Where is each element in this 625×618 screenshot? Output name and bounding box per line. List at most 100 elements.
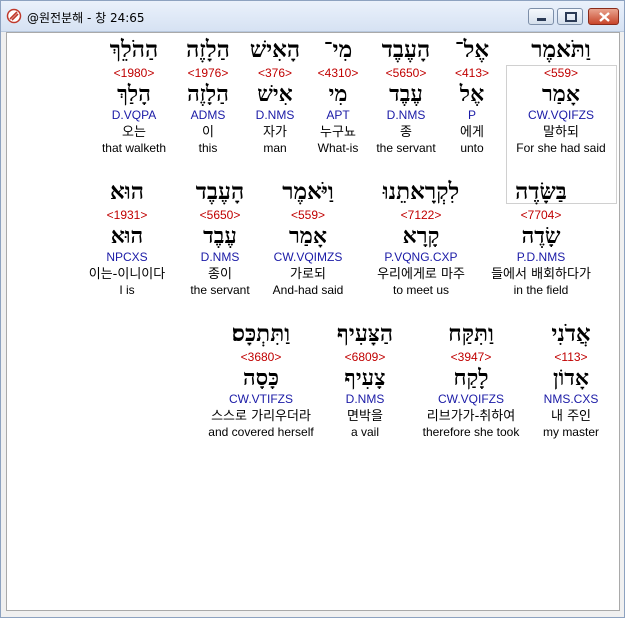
lemma: מִי bbox=[328, 81, 348, 107]
english-gloss: this bbox=[198, 141, 218, 155]
lemma: אִישׁ bbox=[257, 81, 293, 107]
hebrew-word: לִקְרָאתֵנוּ bbox=[382, 178, 460, 205]
english-gloss: unto bbox=[460, 141, 484, 155]
word-card[interactable]: לִקְרָאתֵנוּ <7122> קָרָא P.VQNG.CXP 우리에… bbox=[365, 179, 477, 298]
english-gloss: in the field bbox=[513, 283, 569, 297]
english-gloss: that walketh bbox=[101, 141, 167, 155]
morphology-code: CW.VQIMZS bbox=[273, 250, 343, 264]
korean-gloss: 스스로 가리우더라 bbox=[211, 409, 311, 424]
word-card[interactable]: הַצָּעִיף <6809> צָעִיף D.NMS 면박을 a vail bbox=[325, 321, 405, 440]
hebrew-word: אֶל־ bbox=[454, 36, 490, 63]
english-gloss: to meet us bbox=[392, 283, 450, 297]
maximize-button[interactable] bbox=[557, 8, 583, 25]
strong-number: <3947> bbox=[450, 350, 492, 364]
hebrew-word: מִי־ bbox=[323, 36, 353, 63]
word-card[interactable]: וַתִּקַּח <3947> לָקַח CW.VQIFZS 리브가가-취하… bbox=[415, 321, 527, 440]
korean-gloss: 자가 bbox=[263, 125, 287, 140]
hebrew-word: אֲדֹנִי bbox=[551, 320, 591, 347]
morphology-code: CW.VTIFZS bbox=[229, 392, 293, 406]
korean-gloss: 내 주인 bbox=[550, 409, 591, 424]
morphology-code: P bbox=[467, 108, 476, 122]
hebrew-word: וַיֹּאמֶר bbox=[282, 178, 334, 205]
english-gloss: the servant bbox=[190, 283, 250, 297]
app-logo-icon bbox=[6, 8, 22, 24]
hebrew-word: הָעֶבֶד bbox=[195, 178, 245, 205]
strong-number: <6809> bbox=[344, 350, 386, 364]
lemma: צָעִיף bbox=[344, 365, 386, 391]
lemma: עֶבֶד bbox=[389, 81, 423, 107]
morphology-code: CW.VQIFZS bbox=[528, 108, 594, 122]
english-gloss: For she had said bbox=[516, 141, 606, 155]
hebrew-word: וַתֹּאמֶר bbox=[531, 36, 591, 63]
lemma: קָרָא bbox=[402, 223, 440, 249]
hebrew-word: וַתִּקַּח bbox=[448, 320, 494, 347]
strong-number: <376> bbox=[257, 66, 293, 80]
morphology-code: D.NMS bbox=[386, 108, 426, 122]
word-card[interactable]: הַהֹלֵךְ <1980> הָלַךְ D.VQPA 오는 that wa… bbox=[95, 37, 173, 156]
maximize-icon bbox=[565, 12, 577, 22]
morphology-code: ADMS bbox=[190, 108, 226, 122]
korean-gloss: 종이 bbox=[208, 267, 232, 282]
strong-number: <559> bbox=[290, 208, 326, 222]
morphology-code: NMS.CXS bbox=[543, 392, 599, 406]
strong-number: <5650> bbox=[199, 208, 241, 222]
close-button[interactable] bbox=[588, 8, 619, 25]
morphology-code: CW.VQIFZS bbox=[438, 392, 504, 406]
english-gloss: therefore she took bbox=[422, 425, 520, 439]
korean-gloss: 오는 bbox=[122, 125, 146, 140]
word-card[interactable]: אֶל־ <413> אֶל P 에게 unto bbox=[443, 37, 501, 156]
lemma: שָׂדֶה bbox=[521, 223, 561, 249]
strong-number: <4310> bbox=[317, 66, 359, 80]
word-card[interactable]: הָאִישׁ <376> אִישׁ D.NMS 자가 man bbox=[245, 37, 305, 156]
korean-gloss: 말하되 bbox=[543, 125, 579, 140]
strong-number: <1976> bbox=[187, 66, 229, 80]
word-card[interactable]: וַיֹּאמֶר <559> אָמַר CW.VQIMZS 가로되 And-… bbox=[263, 179, 353, 298]
word-card[interactable]: הַלָזֶה <1976> הַלָזֶה ADMS 이 this bbox=[177, 37, 239, 156]
lemma: הוּא bbox=[110, 223, 144, 249]
hebrew-word: הוּא bbox=[110, 178, 144, 205]
lemma: אָמַר bbox=[542, 81, 580, 107]
korean-gloss: 면박을 bbox=[347, 409, 383, 424]
morphology-code: D.NMS bbox=[255, 108, 295, 122]
word-card[interactable]: הָעֶבֶד <5650> עֶבֶד D.NMS 종 the servant bbox=[371, 37, 441, 156]
korean-gloss: 이 bbox=[202, 125, 214, 140]
lemma: כָּסָה bbox=[243, 365, 279, 391]
morphology-code: NPCXS bbox=[106, 250, 148, 264]
word-card[interactable]: הוּא <1931> הוּא NPCXS 이는-이니이다 I is bbox=[75, 179, 179, 298]
word-card[interactable]: וַתֹּאמֶר <559> אָמַר CW.VQIFZS 말하되 For … bbox=[504, 37, 618, 156]
lemma: אָדוֹן bbox=[553, 365, 589, 391]
english-gloss: And-had said bbox=[272, 283, 344, 297]
english-gloss: a vail bbox=[350, 425, 379, 439]
english-gloss: and covered herself bbox=[208, 425, 314, 439]
morphology-code: D.NMS bbox=[345, 392, 385, 406]
korean-gloss: 이는-이니이다 bbox=[88, 267, 166, 282]
korean-gloss: 종 bbox=[400, 125, 412, 140]
english-gloss: the servant bbox=[376, 141, 436, 155]
strong-number: <559> bbox=[543, 66, 579, 80]
word-card[interactable]: בַּשָּׂדֶה <7704> שָׂדֶה P.D.NMS 들에서 배회하… bbox=[480, 179, 602, 298]
korean-gloss: 가로되 bbox=[290, 267, 326, 282]
korean-gloss: 누구뇨 bbox=[320, 125, 356, 140]
hebrew-word: הָאִישׁ bbox=[249, 36, 301, 63]
korean-gloss: 들에서 배회하다가 bbox=[491, 267, 591, 282]
interlinear-panel[interactable]: וַתֹּאמֶר <559> אָמַר CW.VQIFZS 말하되 For … bbox=[6, 32, 620, 611]
strong-number: <7122> bbox=[400, 208, 442, 222]
minimize-button[interactable] bbox=[528, 8, 554, 25]
english-gloss: What-is bbox=[317, 141, 359, 155]
hebrew-word: הַצָּעִיף bbox=[336, 320, 394, 347]
title-bar[interactable]: @원전분해 - 창 24:65 bbox=[1, 1, 624, 32]
hebrew-word: הַלָזֶה bbox=[186, 36, 230, 63]
morphology-code: D.NMS bbox=[200, 250, 240, 264]
status-strip bbox=[6, 611, 620, 617]
korean-gloss: 리브가가-취하여 bbox=[426, 409, 516, 424]
word-card[interactable]: וַתִּתְכָּס׃ <3680> כָּסָה CW.VTIFZS 스스로… bbox=[203, 321, 319, 440]
english-gloss: I is bbox=[119, 283, 135, 297]
word-card[interactable]: מִי־ <4310> מִי APT 누구뇨 What-is bbox=[309, 37, 367, 156]
lemma: הַלָזֶה bbox=[187, 81, 229, 107]
word-card[interactable]: אֲדֹנִי <113> אָדוֹן NMS.CXS 내 주인 my mas… bbox=[531, 321, 611, 440]
minimize-icon bbox=[537, 18, 546, 21]
morphology-code: D.VQPA bbox=[111, 108, 157, 122]
word-card[interactable]: הָעֶבֶד <5650> עֶבֶד D.NMS 종이 the servan… bbox=[185, 179, 255, 298]
korean-gloss: 우리에게로 마주 bbox=[377, 267, 465, 282]
strong-number: <1980> bbox=[113, 66, 155, 80]
